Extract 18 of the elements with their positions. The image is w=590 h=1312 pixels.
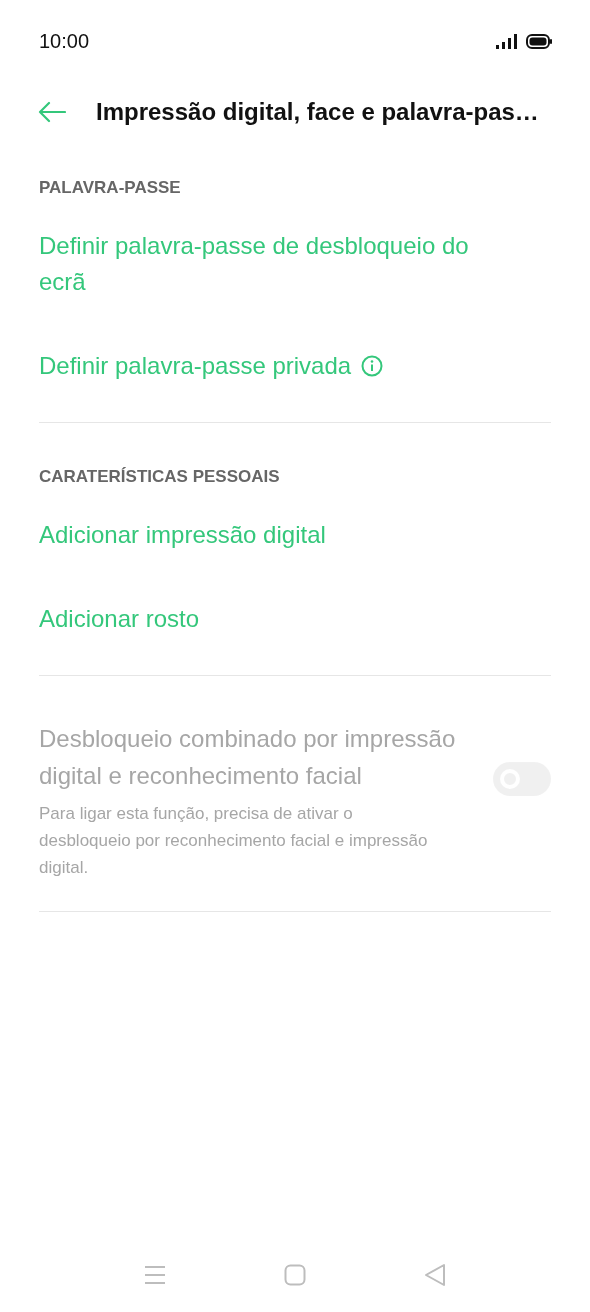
section-header: CARATERÍSTICAS PESSOAIS <box>39 467 281 487</box>
settings-link[interactable]: Adicionar impressão digital <box>39 517 326 553</box>
back-icon[interactable] <box>424 1263 446 1287</box>
setting-title: Desbloqueio combinado por impressão digital e reconhecimento facial <box>39 724 457 791</box>
page-title: Impressão digital, face e palavra-pas… <box>96 98 539 126</box>
home-icon[interactable] <box>284 1264 306 1286</box>
back-arrow-icon <box>38 101 66 123</box>
setting-description: Para ligar esta função, precisa de ativar o desbloqueio por reconhecimento facial e impressão digital. <box>39 803 429 879</box>
battery-icon <box>526 33 552 49</box>
section-header: PALAVRA-PASSE <box>39 178 182 198</box>
settings-link[interactable]: Adicionar rosto <box>39 601 200 637</box>
back-button[interactable] <box>36 99 68 125</box>
menu-icon[interactable] <box>144 1265 166 1285</box>
settings-link[interactable]: Definir palavra-passe privada <box>39 348 352 384</box>
signal-icon <box>496 33 518 49</box>
info-icon[interactable] <box>361 355 384 377</box>
settings-link[interactable]: Definir palavra-passe de desbloqueio do ecrã <box>39 228 514 300</box>
status-time: 10:00 <box>39 29 90 53</box>
